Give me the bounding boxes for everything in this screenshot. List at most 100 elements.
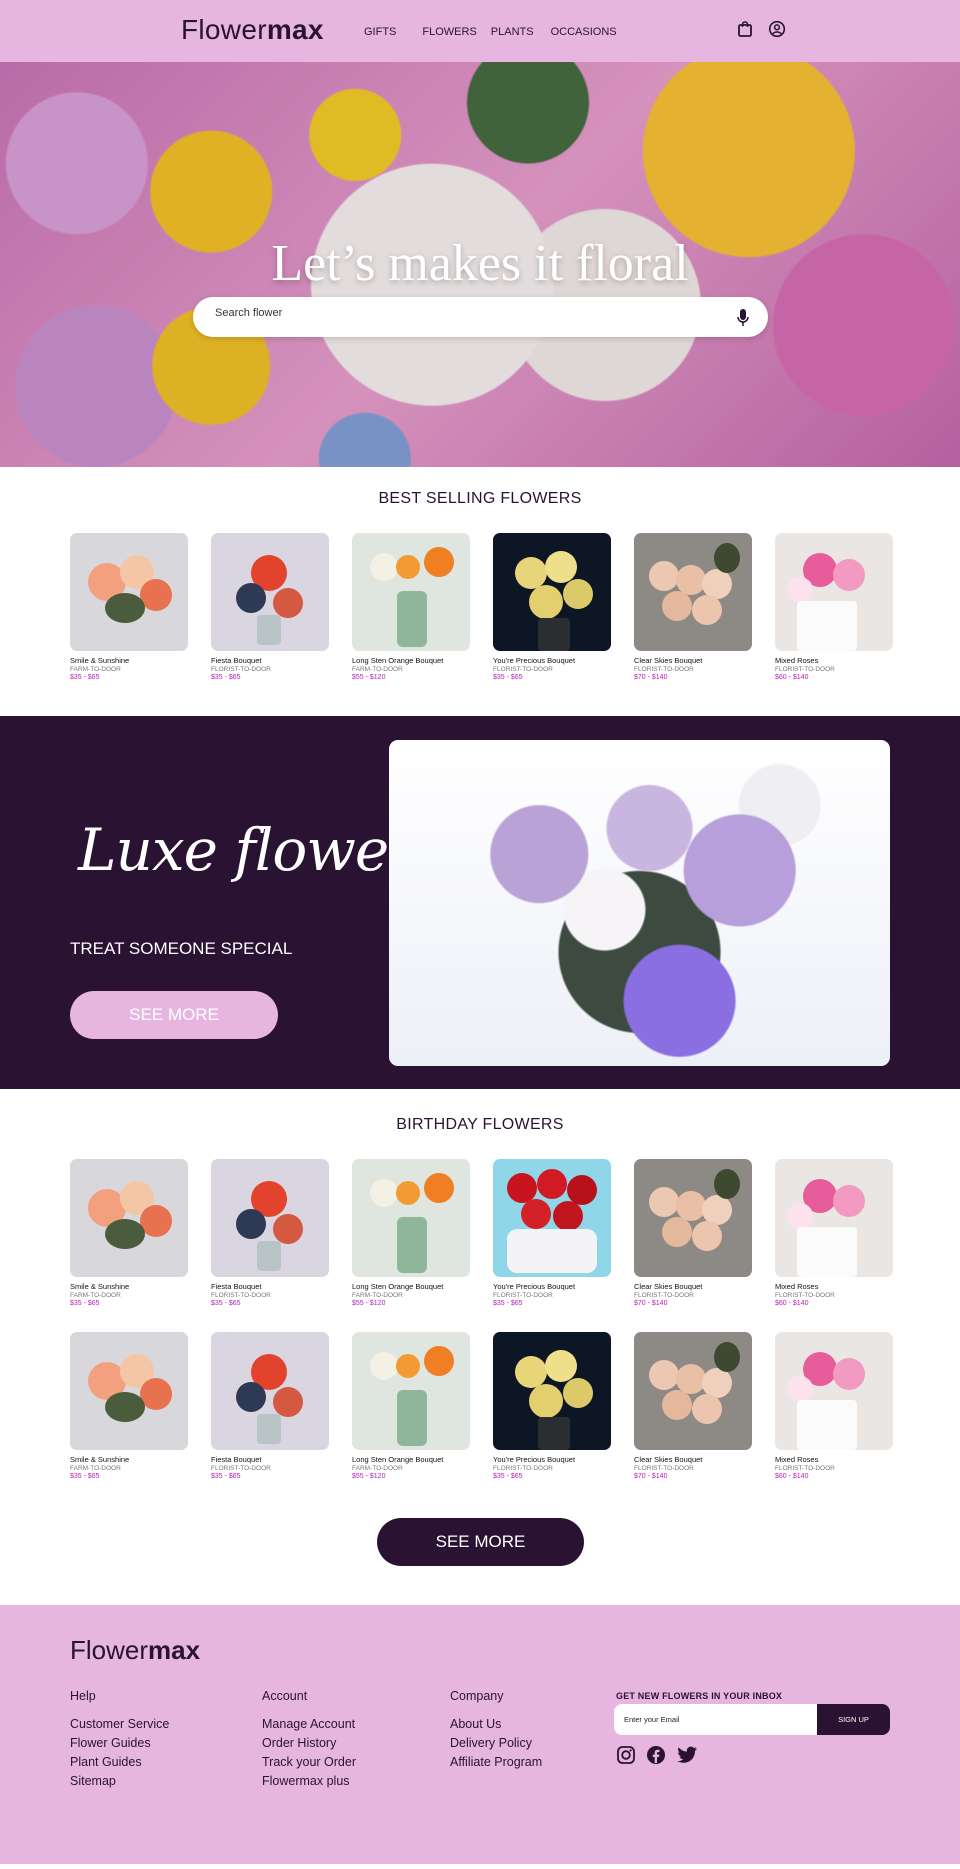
product-card[interactable]: You're Precious Bouquet FLORIST-TO-DOOR … — [493, 1332, 611, 1480]
product-card[interactable]: Long Sten Orange Bouquet FARM-TO-DOOR $5… — [352, 533, 470, 681]
product-card[interactable]: You're Precious Bouquet FLORIST-TO-DOOR … — [493, 1159, 611, 1307]
best-selling-section: BEST SELLING FLOWERS Smile & Sunshine FA… — [0, 467, 960, 716]
product-card[interactable]: Mixed Roses FLORIST-TO-DOOR $60 - $140 — [775, 1159, 893, 1307]
hero-banner: Let’s makes it floral — [0, 62, 960, 467]
footer-link[interactable]: Sitemap — [70, 1774, 169, 1788]
product-name: Fiesta Bouquet — [211, 1282, 262, 1291]
product-card[interactable]: Long Sten Orange Bouquet FARM-TO-DOOR $5… — [352, 1159, 470, 1307]
product-delivery: FLORIST-TO-DOOR — [634, 1292, 694, 1299]
product-card[interactable]: Fiesta Bouquet FLORIST-TO-DOOR $35 - $65 — [211, 1159, 329, 1307]
footer-link[interactable]: Flowermax plus — [262, 1774, 356, 1788]
facebook-icon[interactable] — [646, 1745, 666, 1765]
twitter-icon[interactable] — [676, 1745, 697, 1765]
product-card[interactable]: Smile & Sunshine FARM-TO-DOOR $35 - $65 — [70, 1332, 188, 1480]
product-card[interactable]: Clear Skies Bouquet FLORIST-TO-DOOR $70 … — [634, 533, 752, 681]
product-delivery: FLORIST-TO-DOOR — [775, 1292, 835, 1299]
product-name: Smile & Sunshine — [70, 1282, 130, 1291]
footer-col-heading: Company — [450, 1689, 504, 1703]
product-delivery: FLORIST-TO-DOOR — [493, 666, 553, 673]
product-name: You're Precious Bouquet — [493, 1455, 576, 1464]
product-name: Fiesta Bouquet — [211, 1455, 262, 1464]
brand-logo[interactable]: Flowermax — [181, 14, 324, 46]
birthday-section: BIRTHDAY FLOWERS Smile & Sunshine FARM-T… — [0, 1089, 960, 1605]
nav-icons — [736, 20, 786, 38]
footer-col-heading: Help — [70, 1689, 96, 1703]
product-image — [352, 533, 470, 651]
email-field[interactable] — [614, 1704, 817, 1735]
product-image — [775, 1332, 893, 1450]
product-image — [493, 1332, 611, 1450]
footer-link[interactable]: Plant Guides — [70, 1755, 169, 1769]
product-price: $35 - $65 — [70, 674, 100, 681]
product-delivery: FLORIST-TO-DOOR — [775, 1465, 835, 1472]
product-name: Long Sten Orange Bouquet — [352, 1282, 444, 1291]
nav-link-flowers[interactable]: FLOWERS — [422, 26, 476, 38]
product-card[interactable]: Smile & Sunshine FARM-TO-DOOR $35 - $65 — [70, 533, 188, 681]
product-delivery: FARM-TO-DOOR — [70, 1465, 121, 1472]
footer-link[interactable]: Manage Account — [262, 1717, 356, 1731]
footer-link[interactable]: Affiliate Program — [450, 1755, 542, 1769]
search-input[interactable] — [215, 307, 695, 319]
footer-brand-light: Flower — [70, 1635, 149, 1665]
product-price: $35 - $65 — [70, 1473, 100, 1480]
product-name: Long Sten Orange Bouquet — [352, 1455, 444, 1464]
footer-brand-logo[interactable]: Flowermax — [70, 1635, 200, 1666]
nav-link-gifts[interactable]: GIFTS — [364, 26, 396, 38]
product-name: Smile & Sunshine — [70, 656, 130, 665]
product-delivery: FLORIST-TO-DOOR — [775, 666, 835, 673]
product-image — [775, 1159, 893, 1277]
footer-link[interactable]: Delivery Policy — [450, 1736, 542, 1750]
product-image — [634, 1159, 752, 1277]
product-delivery: FARM-TO-DOOR — [70, 1292, 121, 1299]
bag-icon[interactable] — [736, 20, 754, 38]
birthday-see-more-button[interactable]: SEE MORE — [377, 1518, 584, 1566]
footer-link[interactable]: Flower Guides — [70, 1736, 169, 1750]
product-image — [70, 1332, 188, 1450]
product-card[interactable]: Fiesta Bouquet FLORIST-TO-DOOR $35 - $65 — [211, 1332, 329, 1480]
product-card[interactable]: Mixed Roses FLORIST-TO-DOOR $60 - $140 — [775, 1332, 893, 1480]
luxe-script-title: Luxe flower — [78, 816, 416, 884]
product-price: $70 - $140 — [634, 1300, 668, 1307]
product-delivery: FARM-TO-DOOR — [352, 1292, 403, 1299]
microphone-icon[interactable] — [736, 308, 750, 328]
user-icon[interactable] — [768, 20, 786, 38]
product-price: $35 - $65 — [493, 1300, 523, 1307]
footer-link[interactable]: Customer Service — [70, 1717, 169, 1731]
product-name: Clear Skies Bouquet — [634, 1282, 703, 1291]
luxe-see-more-button[interactable]: SEE MORE — [70, 991, 278, 1039]
footer-link[interactable]: Track your Order — [262, 1755, 356, 1769]
product-image — [634, 1332, 752, 1450]
product-delivery: FLORIST-TO-DOOR — [211, 1292, 271, 1299]
product-image — [493, 533, 611, 651]
product-card[interactable]: You're Precious Bouquet FLORIST-TO-DOOR … — [493, 533, 611, 681]
footer-link[interactable]: About Us — [450, 1717, 542, 1731]
product-card[interactable]: Long Sten Orange Bouquet FARM-TO-DOOR $5… — [352, 1332, 470, 1480]
product-price: $55 - $120 — [352, 674, 386, 681]
search-bar — [193, 297, 768, 337]
footer: Flowermax Help Customer Service Flower G… — [0, 1605, 960, 1864]
product-name: Long Sten Orange Bouquet — [352, 656, 444, 665]
product-card[interactable]: Fiesta Bouquet FLORIST-TO-DOOR $35 - $65 — [211, 533, 329, 681]
product-name: Clear Skies Bouquet — [634, 1455, 703, 1464]
product-name: You're Precious Bouquet — [493, 656, 576, 665]
luxe-banner: Luxe flower TREAT SOMEONE SPECIAL SEE MO… — [0, 716, 960, 1089]
instagram-icon[interactable] — [616, 1745, 636, 1765]
product-price: $35 - $65 — [211, 674, 241, 681]
product-card[interactable]: Clear Skies Bouquet FLORIST-TO-DOOR $70 … — [634, 1332, 752, 1480]
product-price: $70 - $140 — [634, 1473, 668, 1480]
product-image — [211, 1159, 329, 1277]
nav-links: GIFTS FLOWERS PLANTS OCCASIONS — [364, 26, 617, 38]
product-card[interactable]: Smile & Sunshine FARM-TO-DOOR $35 - $65 — [70, 1159, 188, 1307]
brand-light: Flower — [181, 14, 267, 45]
footer-brand-bold: max — [148, 1635, 201, 1665]
nav-link-plants[interactable]: PLANTS — [491, 26, 534, 38]
product-image — [634, 533, 752, 651]
product-name: Mixed Roses — [775, 656, 819, 665]
sign-up-button[interactable]: SIGN UP — [817, 1704, 890, 1735]
footer-link[interactable]: Order History — [262, 1736, 356, 1750]
nav-link-occasions[interactable]: OCCASIONS — [551, 26, 617, 38]
product-card[interactable]: Mixed Roses FLORIST-TO-DOOR $60 - $140 — [775, 533, 893, 681]
product-image — [70, 533, 188, 651]
product-card[interactable]: Clear Skies Bouquet FLORIST-TO-DOOR $70 … — [634, 1159, 752, 1307]
product-price: $60 - $140 — [775, 1300, 809, 1307]
